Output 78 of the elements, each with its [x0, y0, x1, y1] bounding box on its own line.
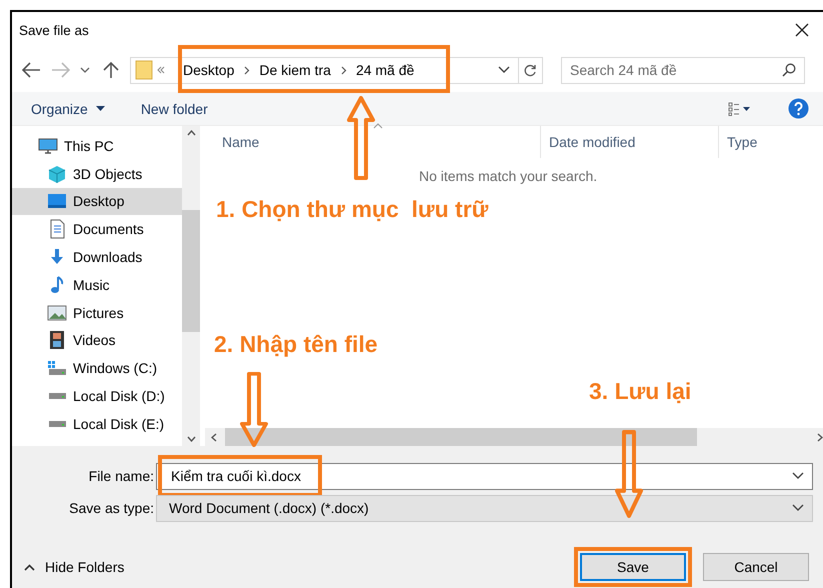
item-label: Windows (C:): [73, 360, 158, 376]
window-title: Save file as: [19, 22, 89, 38]
back-arrow-icon[interactable]: [20, 61, 42, 79]
caret-up-icon: [24, 564, 35, 570]
sidebar-item[interactable]: Desktop: [12, 188, 182, 216]
item-label: 3D Objects: [73, 166, 142, 182]
hollow-arrow-icon: [239, 372, 269, 447]
dialog-button[interactable]: Save: [580, 553, 686, 581]
sidebar-item[interactable]: Windows (C:): [12, 354, 182, 382]
column-header[interactable]: Name: [205, 126, 541, 158]
folder-icon: [135, 60, 153, 80]
scroll-thumb[interactable]: [182, 210, 200, 332]
double-chevron-icon: [157, 66, 165, 74]
film-icon: [47, 330, 67, 350]
scroll-right-icon[interactable]: [817, 432, 823, 442]
view-options-icon[interactable]: [728, 102, 750, 116]
close-icon[interactable]: [795, 23, 809, 37]
annotation-text: 3. Lưu lại: [589, 378, 692, 405]
menu-button[interactable]: Organize: [31, 100, 105, 116]
hide-folders-button[interactable]: Hide Folders: [24, 559, 124, 575]
sort-caret-icon: [373, 123, 383, 129]
address-bar[interactable]: Desktop De kiem tra 24 mã đề: [130, 56, 543, 84]
sidebar-item[interactable]: This PC: [12, 132, 182, 160]
item-label: Desktop: [73, 193, 124, 210]
file-type-dropdown[interactable]: Word Document (.docx) (*.docx): [156, 494, 813, 522]
computer-icon: [38, 136, 58, 156]
item-label: Downloads: [73, 249, 142, 266]
sidebar-item[interactable]: Local Disk (D:): [12, 382, 182, 410]
drive-icon: [47, 420, 67, 428]
breadcrumb-item[interactable]: De kiem tra: [259, 62, 331, 78]
item-label: Videos: [73, 332, 116, 348]
toolbar-button[interactable]: New folder: [140, 100, 208, 116]
sidebar-item[interactable]: Downloads: [12, 243, 182, 271]
breadcrumb-item[interactable]: 24 mã đề: [356, 62, 414, 78]
sidebar-item[interactable]: Music: [12, 270, 182, 299]
dropdown-icon[interactable]: [498, 66, 510, 74]
scroll-down-icon[interactable]: [186, 436, 196, 442]
chevron-icon: [243, 66, 250, 74]
search-icon[interactable]: [782, 63, 796, 77]
field-label: File name:: [88, 468, 155, 484]
dropdown-icon: [792, 504, 804, 512]
scrollbar[interactable]: [205, 428, 823, 446]
dropdown-icon[interactable]: [792, 472, 804, 480]
item-label: Local Disk (D:): [73, 388, 165, 404]
hollow-arrow-icon: [614, 430, 644, 518]
item-label: Pictures: [73, 304, 124, 321]
empty-message: No items match your search.: [418, 168, 598, 184]
item-label: This PC: [64, 138, 114, 154]
scroll-left-icon[interactable]: [211, 432, 217, 442]
item-label: Local Disk (E:): [73, 416, 164, 432]
column-header[interactable]: Date modified: [541, 126, 719, 158]
sidebar-item[interactable]: 3D Objects: [12, 160, 182, 188]
annotation-text: 2. Nhập tên file: [214, 331, 378, 358]
refresh-icon: [524, 64, 537, 76]
scroll-up-icon[interactable]: [186, 130, 196, 136]
sidebar-item[interactable]: Local Disk (E:): [12, 410, 182, 438]
item-label: Documents: [73, 221, 144, 238]
picture-icon: [47, 302, 67, 323]
search-placeholder: Search 24 mã đề: [570, 62, 677, 78]
field-label: Save as type:: [68, 500, 155, 516]
sidebar-item[interactable]: Videos: [12, 326, 182, 354]
caret-icon: [96, 106, 105, 111]
search-field[interactable]: Search 24 mã đề: [561, 56, 805, 84]
annotation-text: 1. Chọn thư mục lưu trữ: [216, 196, 488, 223]
scroll-thumb[interactable]: [225, 428, 697, 446]
drive-icon: [47, 392, 67, 400]
hollow-arrow-icon: [346, 96, 376, 180]
cube-icon: [47, 164, 67, 184]
chevron-icon: [340, 66, 347, 74]
item-label: Music: [73, 276, 110, 293]
sidebar-item[interactable]: Documents: [12, 215, 182, 244]
dialog-button[interactable]: Cancel: [703, 553, 809, 581]
column-header[interactable]: Type: [719, 126, 758, 158]
scrollbar[interactable]: [182, 126, 200, 446]
file-name-field[interactable]: Kiểm tra cuối kì.docx: [156, 462, 813, 490]
sidebar-item[interactable]: Pictures: [12, 298, 182, 327]
help-icon[interactable]: [788, 98, 809, 119]
breadcrumb-item[interactable]: Desktop: [183, 62, 234, 78]
